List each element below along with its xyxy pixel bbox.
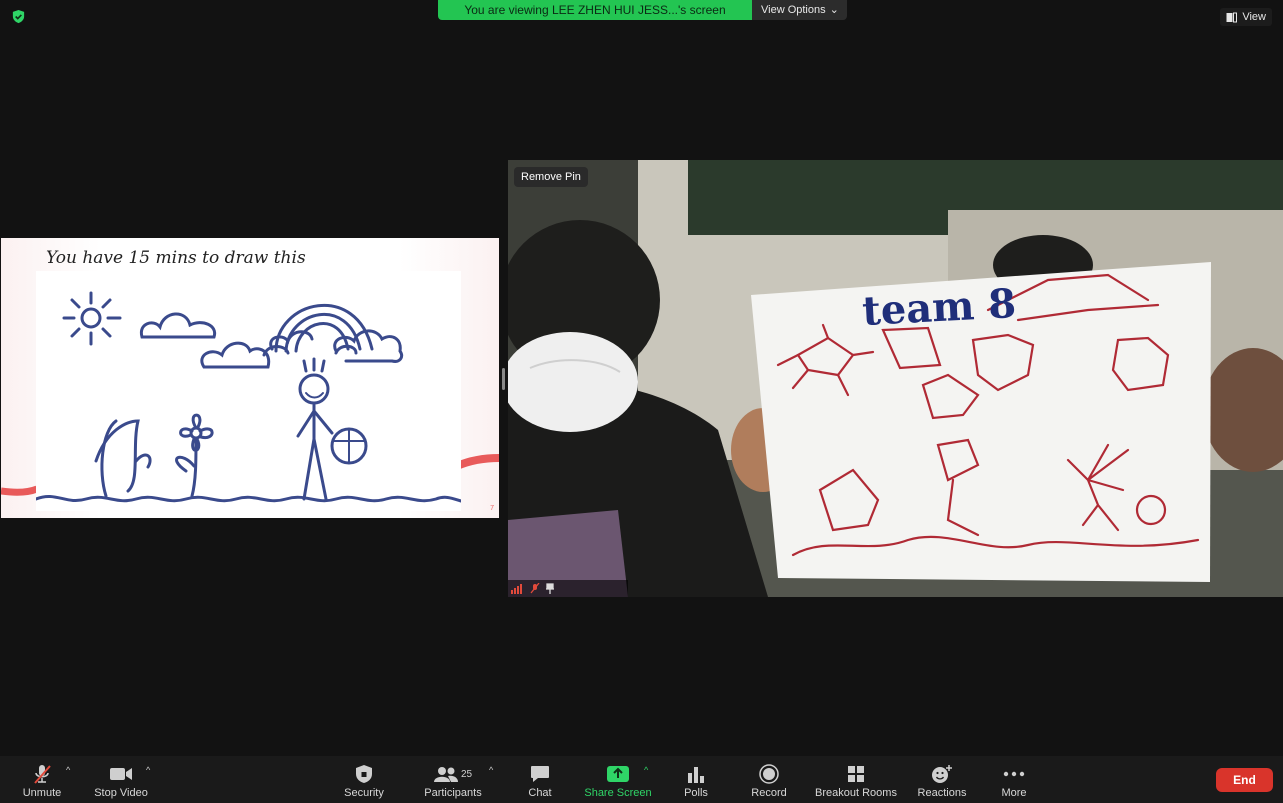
layout-icon	[1226, 12, 1238, 22]
view-options-button[interactable]: View Options ⌄	[752, 0, 847, 20]
pin-icon	[546, 583, 554, 594]
more-button[interactable]: More	[994, 756, 1034, 803]
share-options-caret-icon[interactable]: ^	[644, 765, 648, 775]
stop-video-button[interactable]: Stop Video	[91, 756, 151, 803]
participants-count: 25	[460, 768, 473, 780]
meeting-toolbar: Unmute ^ Stop Video ^ Security 25 Partic…	[0, 756, 1283, 803]
record-icon	[759, 764, 779, 784]
sun-drawing	[62, 291, 122, 346]
video-options-caret-icon[interactable]: ^	[146, 765, 150, 775]
participants-icon	[433, 767, 458, 782]
view-layout-button[interactable]: View	[1220, 8, 1272, 26]
muted-mic-icon	[530, 583, 540, 594]
drawing-example	[34, 271, 463, 511]
security-label: Security	[344, 787, 384, 799]
video-status-bar	[508, 580, 628, 597]
video-camera-icon	[110, 768, 132, 780]
participants-label: Participants	[424, 787, 482, 799]
security-shield-icon	[356, 765, 372, 783]
unmute-label: Unmute	[22, 787, 62, 799]
remove-pin-button[interactable]: Remove Pin	[514, 167, 588, 187]
polls-bar-chart-icon	[688, 767, 704, 783]
viewing-screen-message: You are viewing LEE ZHEN HUI JESS...'s s…	[438, 0, 752, 20]
chat-bubble-icon	[531, 766, 549, 782]
more-ellipsis-icon	[1003, 771, 1025, 777]
example-drawing-illustration	[34, 291, 463, 503]
signal-strength-icon	[511, 583, 522, 594]
pinned-video-tile[interactable]: team 8 Remove Pin	[508, 160, 1283, 597]
slide-red-swoosh-left	[1, 485, 39, 496]
chat-button[interactable]: Chat	[520, 756, 560, 803]
split-view-drag-handle[interactable]	[502, 368, 505, 390]
share-screen-arrow-icon	[607, 766, 629, 782]
participant-video-frame: team 8	[508, 160, 1283, 597]
breakout-rooms-label: Breakout Rooms	[815, 787, 897, 799]
breakout-rooms-button[interactable]: Breakout Rooms	[812, 756, 900, 803]
reactions-smiley-icon	[932, 765, 952, 783]
participants-options-caret-icon[interactable]: ^	[489, 765, 493, 775]
slide-red-swoosh-right	[455, 454, 499, 470]
audio-options-caret-icon[interactable]: ^	[66, 765, 70, 775]
stop-video-label: Stop Video	[94, 787, 148, 799]
participants-button[interactable]: 25 Participants	[420, 756, 486, 803]
share-screen-button[interactable]: Share Screen	[582, 756, 654, 803]
screen-share-banner: You are viewing LEE ZHEN HUI JESS...'s s…	[438, 0, 847, 20]
shared-screen-slide[interactable]: You have 15 mins to draw this 7	[1, 238, 499, 518]
security-button[interactable]: Security	[340, 756, 388, 803]
reactions-label: Reactions	[917, 787, 967, 799]
view-label: View	[1242, 11, 1266, 23]
unmute-button[interactable]: Unmute	[18, 756, 66, 803]
end-meeting-button[interactable]: End	[1216, 768, 1273, 792]
encryption-shield-icon[interactable]	[11, 9, 26, 24]
view-options-label: View Options	[761, 4, 826, 16]
share-screen-label: Share Screen	[584, 787, 652, 799]
more-label: More	[1001, 787, 1027, 799]
record-button[interactable]: Record	[747, 756, 791, 803]
slide-page-number: 7	[490, 505, 494, 512]
polls-button[interactable]: Polls	[678, 756, 714, 803]
muted-microphone-icon	[34, 765, 51, 784]
chevron-down-icon: ⌄	[829, 4, 839, 16]
record-label: Record	[751, 787, 787, 799]
chat-label: Chat	[528, 787, 552, 799]
slide-title: You have 15 mins to draw this	[46, 248, 306, 268]
reactions-button[interactable]: Reactions	[914, 756, 970, 803]
breakout-rooms-grid-icon	[848, 766, 864, 782]
team-sign-text: team 8	[861, 280, 1017, 335]
polls-label: Polls	[684, 787, 708, 799]
